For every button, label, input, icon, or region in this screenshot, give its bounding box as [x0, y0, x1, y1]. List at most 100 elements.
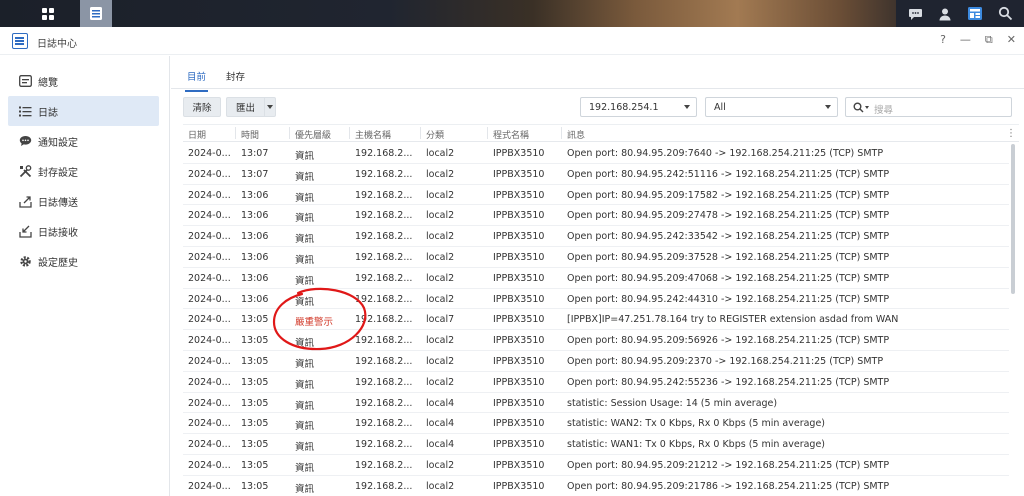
cell-category: local2	[426, 168, 455, 180]
cell-date: 2024-0...	[188, 397, 231, 409]
cell-program: IPPBX3510	[493, 480, 545, 492]
sidebar-item-archive-settings[interactable]: 封存設定	[8, 156, 159, 186]
window-titlebar: 日誌中心 ? — ⧉ ✕	[0, 27, 1024, 55]
cell-message: Open port: 80.94.95.209:47068 -> 192.168…	[567, 272, 890, 284]
cell-host: 192.168.2...	[355, 376, 413, 388]
table-row[interactable]: 2024-0... 13:05 資訊 192.168.2... local2 IPPBX3…	[183, 372, 1009, 393]
export-button[interactable]: 匯出	[226, 97, 264, 117]
host-select[interactable]: 192.168.254.1	[580, 97, 697, 117]
scrollbar[interactable]	[1011, 144, 1015, 294]
sidebar-item-label: 設定歷史	[38, 257, 78, 269]
category-select-value: All	[714, 101, 726, 113]
cell-program: IPPBX3510	[493, 148, 545, 159]
sidebar-item-log-receiving[interactable]: 日誌接收	[8, 216, 159, 246]
upload-icon	[18, 194, 32, 208]
cell-message: Open port: 80.94.95.242:44310 -> 192.168…	[567, 293, 890, 305]
widgets-icon[interactable]	[967, 6, 983, 21]
column-header-category[interactable]: 分類	[426, 128, 444, 141]
table-row[interactable]: 2024-0... 13:05 資訊 192.168.2... local2 IPPBX3…	[183, 330, 1009, 351]
column-header-host[interactable]: 主機名稱	[355, 128, 391, 141]
main-panel: 目前 封存 清除 匯出 192.168.254.1 All 搜尋 日期 時間 優…	[171, 56, 1024, 496]
chat-icon[interactable]	[908, 7, 923, 21]
log-center-app-icon	[12, 33, 28, 49]
table-row[interactable]: 2024-0... 13:05 嚴重警示 192.168.2... local7 IPPB…	[183, 309, 1009, 331]
table-row[interactable]: 2024-0... 13:06 資訊 192.168.2... local2 IPPBX3…	[183, 268, 1009, 289]
cell-time: 13:06	[241, 293, 269, 305]
column-menu-icon[interactable]: ⋮	[1006, 128, 1016, 139]
cell-program: IPPBX3510	[493, 439, 545, 451]
export-dropdown-button[interactable]	[264, 97, 276, 117]
cell-time: 13:05	[241, 314, 269, 326]
gear-icon	[18, 254, 32, 268]
cell-program: IPPBX3510	[493, 376, 545, 388]
search-input[interactable]: 搜尋	[845, 97, 1012, 117]
cell-message: statistic: WAN2: Tx 0 Kbps, Rx 0 Kbps (5…	[567, 418, 826, 430]
column-header-time[interactable]: 時間	[241, 128, 259, 141]
sidebar-item-settings-history[interactable]: 設定歷史	[8, 246, 159, 276]
table-row[interactable]: 2024-0... 13:06 資訊 192.168.2... local2 IPPBX3…	[183, 247, 1009, 268]
cell-host: 192.168.2...	[355, 397, 413, 409]
cell-program: IPPBX3510	[493, 293, 545, 305]
category-select[interactable]: All	[705, 97, 838, 117]
cell-time: 13:05	[241, 335, 269, 347]
restore-button[interactable]: ⧉	[985, 33, 993, 47]
taskbar-log-center-button[interactable]	[80, 0, 112, 27]
column-divider	[487, 127, 488, 139]
column-header-program[interactable]: 程式名稱	[493, 128, 529, 141]
cell-host: 192.168.2...	[355, 168, 413, 180]
cell-date: 2024-0...	[188, 210, 231, 222]
table-row[interactable]: 2024-0... 13:05 資訊 192.168.2... local2 IPPBX3…	[183, 351, 1009, 372]
column-header-level[interactable]: 優先層級	[295, 128, 331, 141]
search-icon[interactable]	[998, 6, 1013, 21]
sidebar-item-notification[interactable]: 通知設定	[8, 126, 159, 156]
table-header: 日期 時間 優先層級 主機名稱 分類 程式名稱 訊息	[183, 124, 1019, 142]
cell-host: 192.168.2...	[355, 251, 413, 263]
table-row[interactable]: 2024-0... 13:05 資訊 192.168.2... local4 IPPBX3…	[183, 434, 1009, 455]
table-row[interactable]: 2024-0... 13:06 資訊 192.168.2... local2 IPPBX3…	[183, 289, 1009, 310]
table-row[interactable]: 2024-0... 13:06 資訊 192.168.2... local2 IPPBX3…	[183, 185, 1009, 206]
table-row[interactable]: 2024-0... 13:05 資訊 192.168.2... local2 IPPBX3…	[183, 455, 1009, 476]
cell-level: 資訊	[295, 379, 315, 391]
cell-category: local7	[426, 314, 455, 326]
clear-button[interactable]: 清除	[183, 97, 221, 117]
cell-time: 13:06	[241, 210, 269, 222]
cell-category: local2	[426, 459, 455, 471]
table-row[interactable]: 2024-0... 13:05 資訊 192.168.2... local4 IPPBX3…	[183, 393, 1009, 414]
search-icon	[853, 102, 864, 113]
cell-date: 2024-0...	[188, 251, 231, 263]
cell-program: IPPBX3510	[493, 189, 545, 201]
log-center-icon	[90, 7, 102, 20]
cell-message: statistic: WAN1: Tx 0 Kbps, Rx 0 Kbps (5…	[567, 439, 826, 451]
table-row[interactable]: 2024-0... 13:05 資訊 192.168.2... local4 IPPBX3…	[183, 413, 1009, 435]
cell-host: 192.168.2...	[355, 480, 413, 492]
cell-level: 資訊	[295, 275, 315, 287]
sidebar-item-label: 封存設定	[38, 167, 78, 179]
help-button[interactable]: ?	[940, 33, 946, 47]
table-row[interactable]: 2024-0... 13:07 資訊 192.168.2... local2 IPPBX3…	[183, 143, 1009, 164]
apps-grid-button[interactable]	[30, 0, 66, 27]
column-header-date[interactable]: 日期	[188, 128, 206, 141]
sidebar-item-overview[interactable]: 總覽	[8, 66, 159, 96]
column-divider	[420, 127, 421, 139]
cell-message: Open port: 80.94.95.209:27478 -> 192.168…	[567, 210, 890, 222]
cell-date: 2024-0...	[188, 480, 231, 492]
table-row[interactable]: 2024-0... 13:06 資訊 192.168.2... local2 IPPBX3…	[183, 226, 1009, 247]
sidebar-item-log-sending[interactable]: 日誌傳送	[8, 186, 159, 216]
table-row[interactable]: 2024-0... 13:07 資訊 192.168.2... local2 IPPBX3…	[183, 164, 1009, 185]
cell-date: 2024-0...	[188, 459, 231, 471]
taskbar	[0, 0, 1024, 27]
cell-date: 2024-0...	[188, 148, 231, 159]
table-row[interactable]: 2024-0... 13:06 資訊 192.168.2... local2 IPPBX3…	[183, 205, 1009, 227]
cell-time: 13:06	[241, 231, 269, 243]
cell-level: 資訊	[295, 296, 315, 308]
cell-category: local4	[426, 439, 455, 451]
table-row[interactable]: 2024-0... 13:05 資訊 192.168.2... local2 IPPBX3…	[183, 476, 1009, 496]
close-button[interactable]: ✕	[1007, 33, 1016, 47]
cell-level: 資訊	[295, 358, 315, 370]
sidebar-item-logs[interactable]: 日誌	[8, 96, 159, 126]
chevron-down-icon[interactable]	[865, 106, 869, 109]
cell-host: 192.168.2...	[355, 231, 413, 243]
column-header-message[interactable]: 訊息	[567, 128, 585, 141]
user-icon[interactable]	[938, 7, 952, 21]
minimize-button[interactable]: —	[960, 33, 971, 47]
